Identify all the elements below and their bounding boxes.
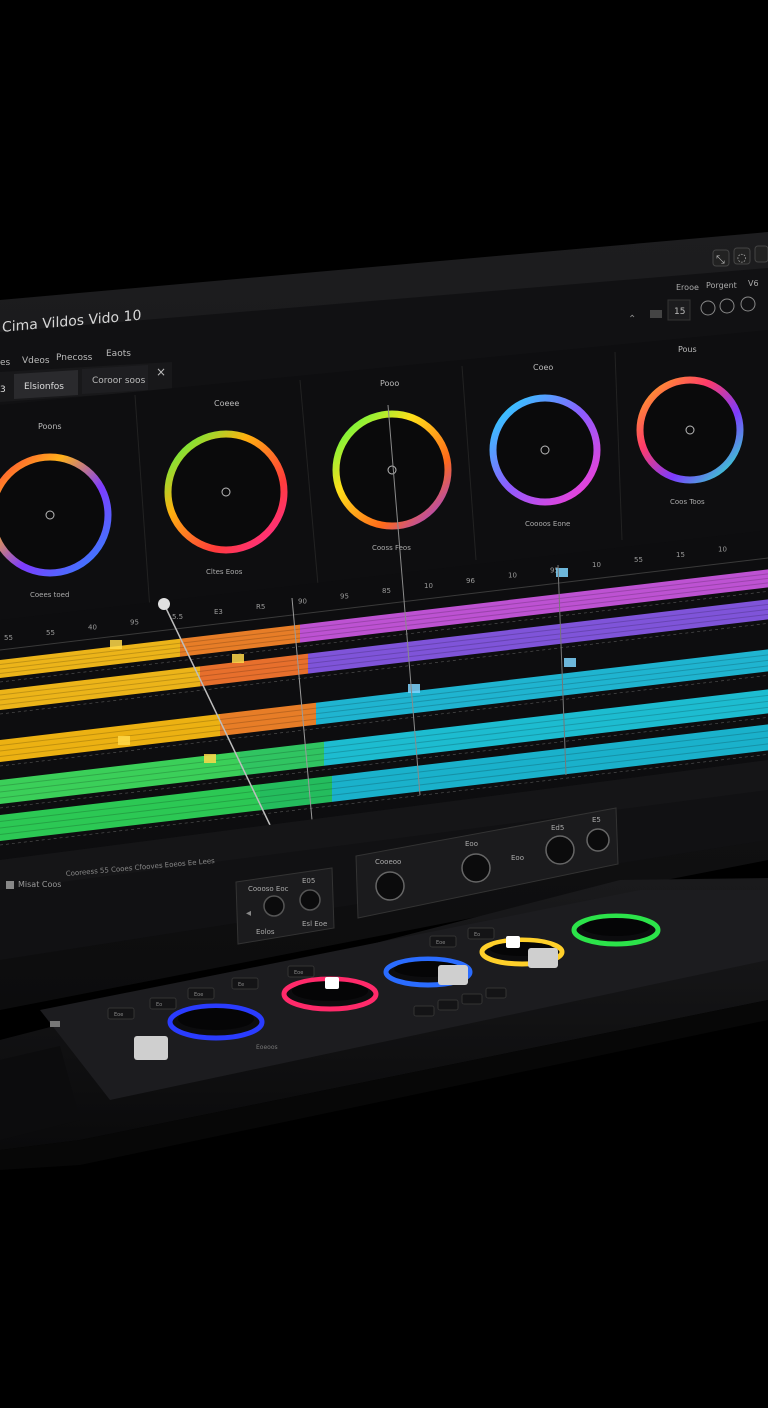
ruler-label: 10 — [508, 572, 517, 580]
control-label: E5 — [592, 816, 601, 824]
tab-label: Elsionfos — [24, 382, 64, 392]
playhead-handle[interactable] — [158, 598, 170, 610]
knob[interactable] — [263, 895, 285, 917]
console-label: Eoeoos — [256, 1044, 278, 1051]
toolbar-icon[interactable] — [650, 310, 662, 318]
tab-label: 3 — [0, 385, 6, 395]
fader-knob[interactable] — [438, 965, 468, 985]
transport-button[interactable] — [413, 1005, 435, 1017]
right-menu-item[interactable]: Porgent — [706, 281, 737, 290]
right-menu-item[interactable]: Erooe — [676, 283, 699, 292]
control-label: Cooeoo — [375, 858, 401, 866]
resize-icon: ⤡ — [716, 253, 725, 266]
indicator-light — [325, 977, 339, 989]
ruler-label: 40 — [88, 624, 97, 632]
fader-knob[interactable] — [528, 948, 558, 968]
window-control-icon[interactable] — [754, 245, 768, 263]
color-wheel-label: Coeo — [533, 363, 553, 372]
collapse-icon[interactable]: ⌃ — [628, 314, 636, 325]
color-wheel-ring[interactable] — [636, 376, 744, 484]
toolbar-button-label: 15 — [674, 307, 685, 317]
keyframe-marker[interactable] — [204, 754, 216, 763]
transport-button[interactable] — [461, 993, 483, 1005]
ruler-label: 10 — [592, 561, 601, 569]
knob[interactable] — [586, 828, 610, 852]
transport-button[interactable] — [485, 987, 507, 999]
control-label: Eolos — [256, 928, 275, 936]
status-left: Misat Coos — [18, 880, 61, 889]
settings-icon: ◌ — [737, 251, 747, 264]
ruler-label: 85 — [382, 587, 391, 595]
console-key-label: Eoe — [436, 940, 445, 946]
keyframe-marker[interactable] — [564, 658, 576, 667]
keyframe-marker[interactable] — [118, 736, 130, 745]
ruler-label: 55 — [634, 556, 643, 564]
control-label: Esl Eoe — [302, 920, 327, 928]
ruler-label: R5 — [256, 603, 265, 611]
console-key[interactable] — [231, 977, 259, 990]
keyframe-marker[interactable] — [232, 654, 244, 663]
control-label: Ed5 — [551, 824, 564, 832]
color-wheel-sublabel: Cltes Eoos — [206, 568, 243, 576]
knob[interactable] — [545, 835, 575, 865]
trackball[interactable] — [178, 1008, 254, 1030]
control-label: Eoo — [511, 854, 524, 862]
console-key-label: Eoe — [194, 992, 203, 998]
console-key[interactable] — [467, 927, 495, 940]
color-wheel-label: Pooo — [380, 379, 399, 388]
console-icon — [50, 1021, 60, 1027]
close-icon[interactable]: × — [156, 365, 166, 379]
color-wheel-ring[interactable] — [332, 410, 452, 530]
color-grading-scene: Cima Vildos Vido 10 ⤡ ◌ Erooe Porgent V6… — [0, 232, 768, 1170]
transport-button[interactable] — [437, 999, 459, 1011]
menu-item[interactable]: Eaots — [106, 349, 131, 359]
color-wheel-sublabel: Coees toed — [30, 591, 69, 599]
menu-item[interactable]: es — [0, 358, 11, 368]
console-key-label: Eo — [474, 932, 480, 938]
menu-item[interactable]: Pnecoss — [56, 353, 93, 363]
keyframe-marker[interactable] — [408, 684, 420, 693]
menu-item[interactable]: Vdeos — [22, 356, 50, 366]
console-key[interactable] — [149, 997, 177, 1010]
right-menu-item[interactable]: V6 — [748, 279, 759, 288]
console-key-label: Eoe — [114, 1012, 123, 1018]
color-wheel-sublabel: Coos Toos — [670, 498, 705, 506]
indicator-light — [506, 936, 520, 948]
color-wheel-label: Coeee — [214, 399, 239, 408]
ruler-label: E3 — [214, 608, 223, 616]
color-wheel-sublabel: Coooos Eone — [525, 520, 570, 528]
console-key-label: Eoe — [294, 970, 303, 976]
color-wheel-label: Pous — [678, 345, 697, 354]
knob[interactable] — [375, 871, 405, 901]
ruler-label: 90 — [298, 598, 307, 606]
color-wheel-sublabel: Cooss Feos — [372, 544, 411, 552]
color-wheel-label: Poons — [38, 422, 62, 431]
ruler-label: 5.5 — [172, 613, 183, 621]
status-icon — [6, 881, 14, 889]
control-label: Eoo — [465, 840, 478, 848]
chevron-left-icon[interactable]: ◂ — [246, 908, 251, 919]
console-key-label: Eo — [156, 1002, 162, 1008]
ruler-label: 55 — [4, 634, 13, 642]
console-key-label: Ee — [238, 982, 244, 988]
color-wheel-ring[interactable] — [164, 430, 288, 554]
knob[interactable] — [461, 853, 491, 883]
ruler-label: 10 — [424, 582, 433, 590]
trackball[interactable] — [582, 918, 650, 936]
color-wheel-ring[interactable] — [489, 394, 601, 506]
tab-label: Coroor soos — [92, 376, 146, 386]
control-label: E05 — [302, 877, 315, 885]
fader-knob[interactable] — [134, 1036, 168, 1060]
knob[interactable] — [299, 889, 321, 911]
ruler-label: 10 — [718, 546, 727, 554]
ruler-label: 96 — [466, 577, 475, 585]
ruler-label: 15 — [676, 551, 685, 559]
ruler-label: 95 — [130, 618, 139, 626]
keyframe-marker[interactable] — [110, 640, 122, 649]
control-label: Coooso Eoc — [248, 885, 289, 893]
ruler-label: 95 — [340, 592, 349, 600]
ruler-label: 55 — [46, 629, 55, 637]
